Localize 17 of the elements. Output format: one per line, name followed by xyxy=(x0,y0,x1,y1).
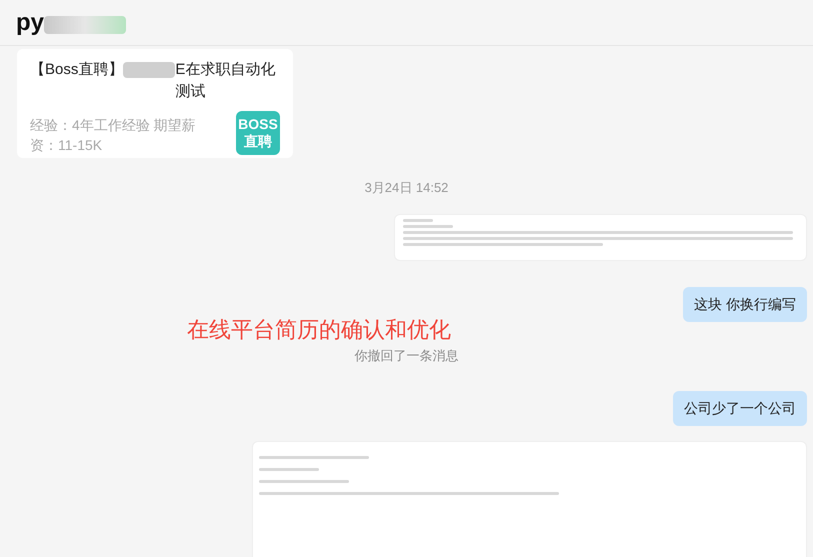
card-title: 【Boss直聘】 xyxy=(30,60,124,80)
message-bubble: 公司少了一个公司 xyxy=(673,391,807,426)
timestamp: 3月24日 14:52 xyxy=(364,179,448,197)
card-title: E在求职自动化测试 xyxy=(175,60,276,102)
blurred-text-line xyxy=(259,468,319,471)
chat-title: py xyxy=(16,10,44,34)
blurred-text-line xyxy=(403,224,453,228)
recall-notice: 你撤回了一条消息 xyxy=(354,346,458,364)
resume-screenshot[interactable] xyxy=(394,214,807,260)
annotation-text: 在线平台简历的确认和优化 xyxy=(187,316,451,344)
card-details: 经验：4年工作经验 期望薪资：11-15K xyxy=(30,116,197,155)
blurred-text-line xyxy=(403,218,433,222)
message-bubble: 这块 你换行编写 xyxy=(683,286,807,322)
job-card[interactable]: 【Boss直聘】 E在求职自动化测试 经验：4年工作经验 期望薪资：11-15K BOSS直聘 xyxy=(17,49,293,158)
resume-screenshot[interactable] xyxy=(252,441,807,557)
boss-logo: BOSS直聘 xyxy=(236,111,280,155)
redacted-name xyxy=(123,62,176,78)
